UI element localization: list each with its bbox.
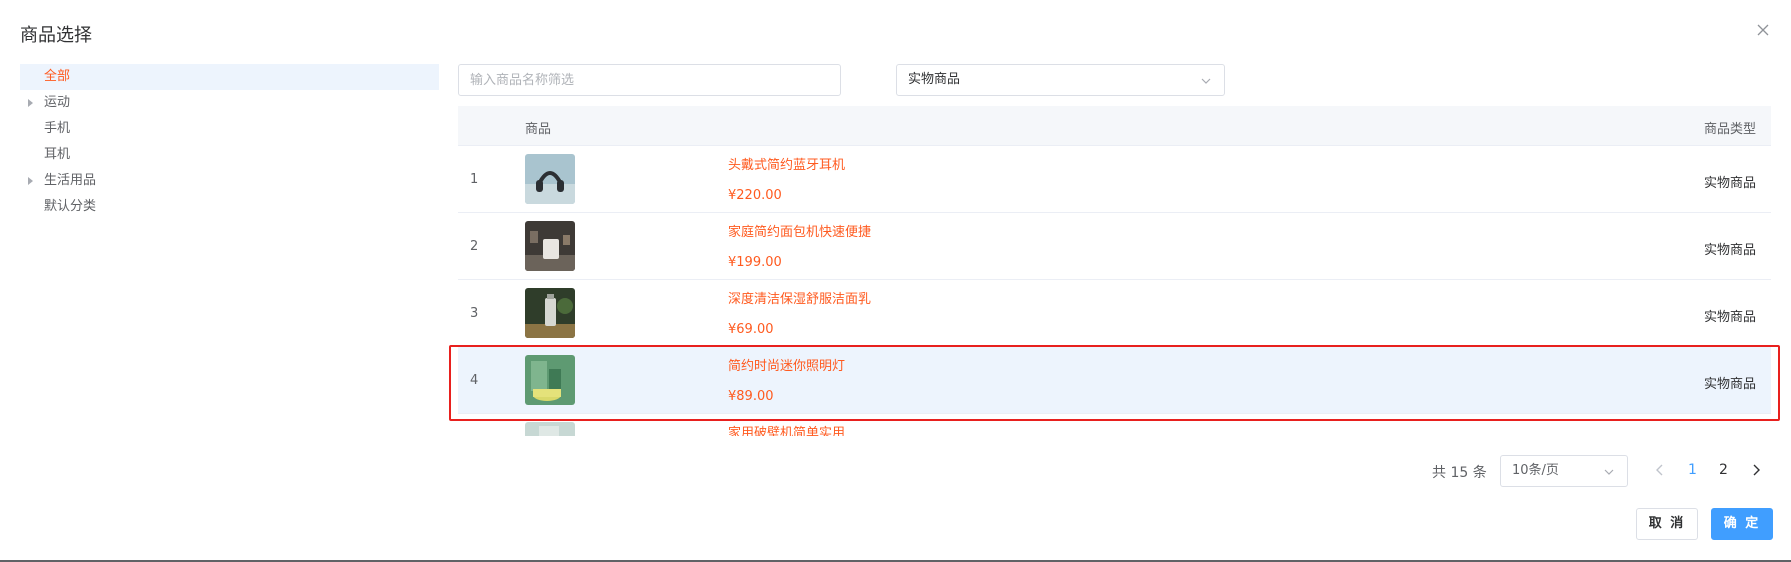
tree-node-label: 耳机 — [44, 147, 71, 162]
product-name: 家庭简约面包机快速便捷 — [728, 225, 872, 240]
product-type-select-value: 实物商品 — [908, 72, 961, 87]
product-price: ¥199.00 — [728, 255, 782, 270]
product-price: ¥69.00 — [728, 322, 774, 337]
product-type: 实物商品 — [1703, 176, 1756, 191]
tree-node-label: 运动 — [44, 95, 71, 110]
column-header-type: 商品类型 — [1703, 122, 1756, 137]
product-type-select[interactable]: 实物商品 — [896, 64, 1225, 96]
product-thumbnail-blender — [525, 422, 575, 436]
product-name: 简约时尚迷你照明灯 — [728, 359, 846, 374]
caret-right-icon[interactable] — [28, 177, 33, 185]
product-name-search-input[interactable] — [458, 64, 841, 96]
product-type: 实物商品 — [1703, 377, 1756, 392]
table-row[interactable]: 3 深度清洁保湿舒服洁面乳 ¥69.00 实物商品 — [458, 280, 1771, 347]
product-type: 实物商品 — [1703, 243, 1756, 258]
product-type: 实物商品 — [1703, 310, 1756, 325]
tree-node-all[interactable]: 全部 — [20, 64, 439, 90]
category-tree: 全部 运动 手机 耳机 生活用品 默认分类 — [20, 64, 439, 220]
tree-node-daily-goods[interactable]: 生活用品 — [20, 168, 439, 194]
product-thumbnail-bread-maker — [525, 221, 575, 271]
page-size-value: 10条/页 — [1512, 463, 1559, 478]
row-index: 4 — [470, 373, 479, 388]
tree-node-label: 手机 — [44, 121, 71, 136]
product-price: ¥220.00 — [728, 188, 782, 203]
table-row[interactable]: 4 简约时尚迷你照明灯 ¥89.00 实物商品 — [458, 347, 1771, 414]
tree-node-default[interactable]: 默认分类 — [20, 194, 439, 220]
product-price: ¥89.00 — [728, 389, 774, 404]
row-index: 3 — [470, 306, 479, 321]
table-row[interactable]: 家用破壁机简单实用 — [458, 414, 1771, 436]
caret-right-icon[interactable] — [28, 99, 33, 107]
tree-node-label: 生活用品 — [44, 173, 97, 188]
tree-node-phones[interactable]: 手机 — [20, 116, 439, 142]
table-header: 商品 商品类型 — [458, 106, 1771, 146]
product-name: 头戴式简约蓝牙耳机 — [728, 158, 846, 173]
product-table: 商品 商品类型 1 头戴式简约蓝牙耳机 ¥220.00 实物商品 2 家庭简约面… — [458, 106, 1771, 436]
row-index: 2 — [470, 239, 479, 254]
product-name: 家用破壁机简单实用 — [728, 426, 846, 436]
dialog-title: 商品选择 — [20, 25, 92, 46]
chevron-down-icon — [1604, 469, 1614, 475]
product-thumbnail-mini-lamp — [525, 355, 575, 405]
product-thumbnail-headphones — [525, 154, 575, 204]
page-size-select[interactable]: 10条/页 — [1500, 455, 1628, 487]
tree-node-earphones[interactable]: 耳机 — [20, 142, 439, 168]
page-button-2[interactable]: 2 — [1719, 462, 1728, 478]
page-button-1[interactable]: 1 — [1688, 462, 1697, 478]
tree-node-label: 默认分类 — [44, 199, 97, 214]
row-index: 1 — [470, 172, 479, 187]
chevron-right-icon[interactable] — [1748, 462, 1764, 478]
chevron-left-icon[interactable] — [1652, 462, 1668, 478]
tree-node-label: 全部 — [44, 69, 71, 84]
table-row[interactable]: 2 家庭简约面包机快速便捷 ¥199.00 实物商品 — [458, 213, 1771, 280]
pagination-total: 共 15 条 — [1432, 465, 1487, 481]
close-icon[interactable] — [1755, 22, 1771, 38]
cancel-button[interactable]: 取 消 — [1636, 508, 1698, 540]
column-header-product: 商品 — [525, 122, 552, 137]
tree-node-sports[interactable]: 运动 — [20, 90, 439, 116]
product-select-dialog: 商品选择 全部 运动 手机 耳机 生活用品 默认分类 实物商品 — [0, 0, 1791, 560]
confirm-button[interactable]: 确 定 — [1711, 508, 1773, 540]
product-name: 深度清洁保湿舒服洁面乳 — [728, 292, 872, 307]
product-thumbnail-cleanser — [525, 288, 575, 338]
chevron-down-icon — [1201, 78, 1211, 84]
table-row[interactable]: 1 头戴式简约蓝牙耳机 ¥220.00 实物商品 — [458, 146, 1771, 213]
